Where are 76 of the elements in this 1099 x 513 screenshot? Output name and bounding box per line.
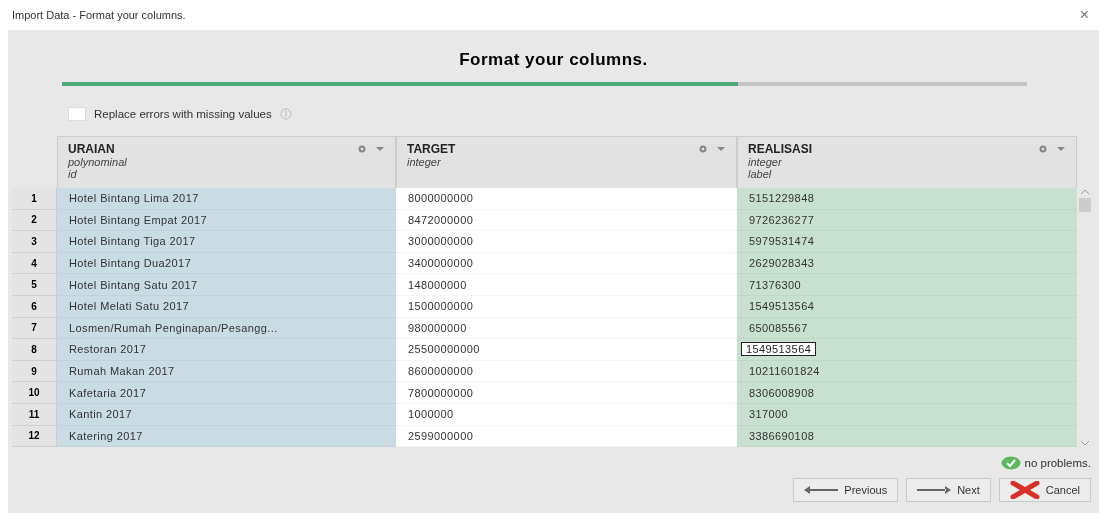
table-cell: 25500000000 bbox=[396, 339, 737, 361]
table-cell: 5151229848 bbox=[737, 188, 1077, 210]
table-cell: Katering 2017 bbox=[57, 425, 396, 448]
table-cell: Hotel Bintang Tiga 2017 bbox=[57, 231, 396, 253]
table-cell: Hotel Bintang Lima 2017 bbox=[57, 188, 396, 210]
row-number: 7 bbox=[12, 317, 57, 340]
table-cell: Hotel Bintang Dua2017 bbox=[57, 252, 396, 275]
close-button[interactable]: × bbox=[1079, 6, 1089, 24]
table-cell: Hotel Bintang Satu 2017 bbox=[57, 274, 396, 296]
right-arrow-icon bbox=[917, 486, 952, 495]
table-cell: 7800000000 bbox=[396, 382, 737, 404]
table-cell: 2599000000 bbox=[396, 425, 737, 448]
next-button[interactable]: Next bbox=[906, 478, 991, 503]
row-number: 2 bbox=[12, 209, 57, 232]
table-cell: 8306008908 bbox=[737, 382, 1077, 404]
row-number: 12 bbox=[12, 425, 57, 448]
table-cell: 980000000 bbox=[396, 317, 737, 340]
row-number: 5 bbox=[12, 274, 57, 296]
column-name: TARGET bbox=[407, 142, 456, 156]
scrollbar-thumb[interactable] bbox=[1078, 198, 1091, 212]
checkbox[interactable] bbox=[68, 107, 86, 121]
row-number: 4 bbox=[12, 252, 57, 275]
row-number: 8 bbox=[12, 339, 57, 361]
scroll-up-icon[interactable] bbox=[1079, 188, 1090, 196]
table-cell: Hotel Melati Satu 2017 bbox=[57, 295, 396, 318]
previous-button[interactable]: Previous bbox=[793, 478, 899, 503]
cell-editor[interactable]: 1549513564 bbox=[741, 342, 817, 357]
row-number: 9 bbox=[12, 360, 57, 383]
status-text: no problems. bbox=[1024, 457, 1091, 470]
info-icon bbox=[279, 108, 292, 120]
table-cell: 8600000000 bbox=[396, 360, 737, 383]
table-cell: Restoran 2017 bbox=[57, 339, 396, 361]
table-cell: Rumah Makan 2017 bbox=[57, 360, 396, 383]
table-cell: Kantin 2017 bbox=[57, 403, 396, 426]
column-type: polynominal bbox=[68, 156, 128, 168]
column-name: REALISASI bbox=[748, 142, 812, 156]
row-number: 6 bbox=[12, 295, 57, 318]
table-cell: 1500000000 bbox=[396, 295, 737, 318]
table-cell: Kafetaria 2017 bbox=[57, 382, 396, 404]
table-cell: 3386690108 bbox=[737, 425, 1077, 448]
check-icon bbox=[1000, 456, 1021, 471]
column-menu-icon[interactable] bbox=[1038, 144, 1068, 154]
table-cell: 1000000 bbox=[396, 403, 737, 426]
table-cell: 1549513564 bbox=[737, 295, 1077, 318]
column-menu-icon[interactable] bbox=[698, 144, 728, 154]
table-cell: Losmen/Rumah Penginapan/Pesangg... bbox=[57, 317, 396, 340]
table-cell: 2629028343 bbox=[737, 252, 1077, 275]
table-cell: 8472000000 bbox=[396, 209, 737, 232]
left-arrow-icon bbox=[804, 486, 839, 495]
column-type: integer bbox=[407, 156, 442, 168]
table-cell: 71376300 bbox=[737, 274, 1077, 296]
row-number: 11 bbox=[12, 403, 57, 426]
column-type: integer bbox=[748, 156, 783, 168]
checkbox-label: Replace errors with missing values bbox=[94, 108, 272, 120]
table-cell: 9726236277 bbox=[737, 209, 1077, 232]
table-cell: 10211601824 bbox=[737, 360, 1077, 383]
table-cell: 3000000000 bbox=[396, 231, 737, 253]
table-cell: 650085567 bbox=[737, 317, 1077, 340]
table-cell: Hotel Bintang Empat 2017 bbox=[57, 209, 396, 232]
column-role: label bbox=[748, 168, 773, 180]
table-cell: 148000000 bbox=[396, 274, 737, 296]
window-title: Import Data - Format your columns. bbox=[12, 9, 186, 21]
table-cell: 5979531474 bbox=[737, 231, 1077, 253]
row-number: 1 bbox=[12, 188, 57, 210]
column-role: id bbox=[68, 168, 78, 180]
table-cell: 317000 bbox=[737, 403, 1077, 426]
table-cell: 8000000000 bbox=[396, 188, 737, 210]
column-name: URAIAN bbox=[68, 142, 115, 156]
table-cell: 3400000000 bbox=[396, 252, 737, 275]
row-number: 10 bbox=[12, 382, 57, 404]
scroll-down-icon[interactable] bbox=[1079, 439, 1090, 448]
row-number: 3 bbox=[12, 231, 57, 253]
column-menu-icon[interactable] bbox=[357, 144, 387, 154]
cancel-button[interactable]: Cancel bbox=[998, 478, 1091, 503]
cross-icon bbox=[1009, 481, 1040, 500]
step-heading: Format your columns. bbox=[458, 49, 649, 71]
